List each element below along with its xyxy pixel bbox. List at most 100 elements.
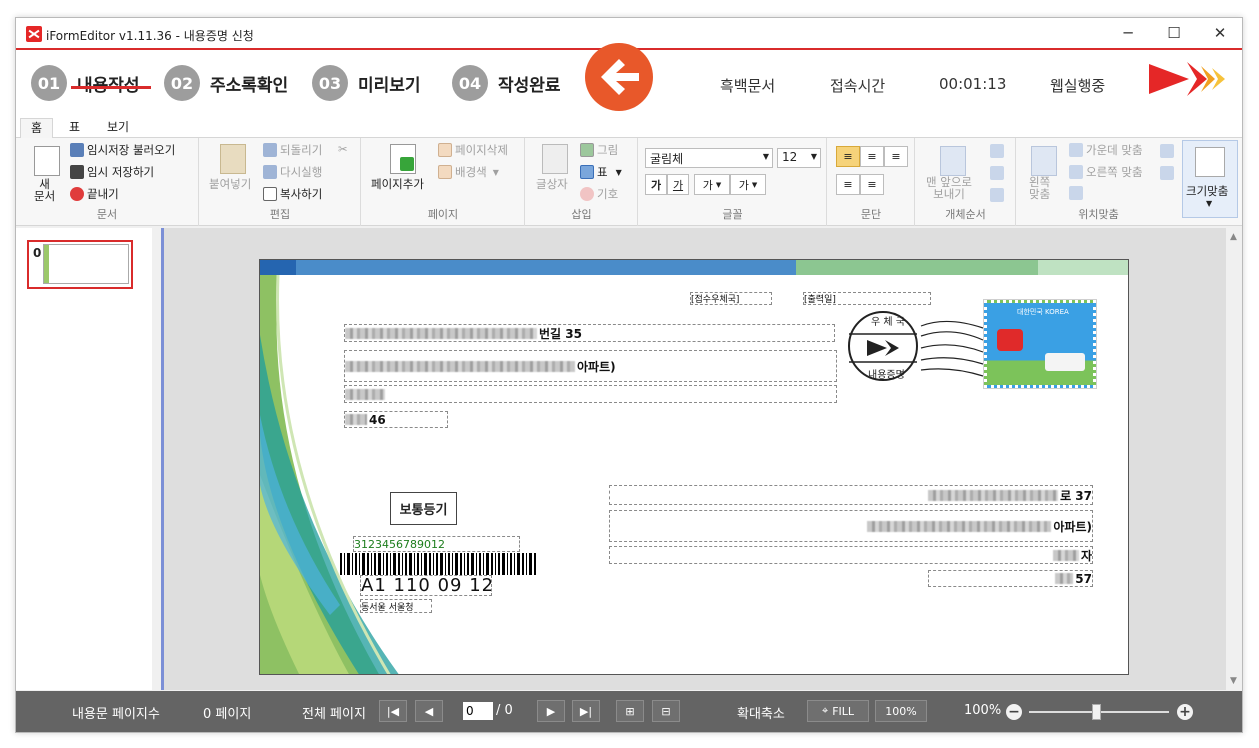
font-size-select[interactable]: 12 ▼ bbox=[777, 148, 821, 168]
fill-zoom-button[interactable]: ⌖ FILL bbox=[807, 700, 869, 722]
image-button[interactable]: 그림 bbox=[580, 142, 618, 158]
next-page-button[interactable]: ▶ bbox=[537, 700, 565, 722]
align-right-obj-button[interactable]: 오른쪽 맞춤 bbox=[1069, 164, 1143, 180]
barcode-text[interactable]: A1 110 09 12 bbox=[360, 575, 492, 596]
close-button[interactable]: ✕ bbox=[1197, 18, 1242, 48]
back-arrow-button[interactable] bbox=[585, 43, 653, 111]
minimize-button[interactable]: ─ bbox=[1105, 18, 1151, 48]
recipient-name[interactable]: 자 bbox=[609, 546, 1093, 564]
arrow-left-icon bbox=[601, 59, 639, 95]
page-thumbnail[interactable]: 0 bbox=[27, 240, 133, 289]
bold-button[interactable]: 가 bbox=[645, 174, 667, 195]
zoom-in-icon[interactable]: + bbox=[1177, 704, 1193, 720]
add-page-button[interactable]: 페이지추가 bbox=[371, 176, 424, 192]
recipient-address-line1[interactable]: 로 37 bbox=[609, 485, 1093, 505]
current-page-input[interactable]: 0 bbox=[463, 702, 493, 720]
remove-page-icon[interactable]: ⊟ bbox=[652, 700, 680, 722]
symbol-button[interactable]: 기호 bbox=[580, 186, 618, 202]
delete-page-button[interactable]: 페이지삭제 bbox=[438, 142, 508, 158]
app-window: iFormEditor v1.11.36 - 내용증명 신청 ─ ☐ ✕ 01 … bbox=[15, 17, 1243, 733]
underline-button[interactable]: 가 bbox=[667, 174, 689, 195]
step-2[interactable]: 02 주소록확인 bbox=[164, 65, 288, 101]
scroll-up-icon[interactable]: ▲ bbox=[1230, 232, 1237, 242]
tracking-number[interactable]: 3123456789012 bbox=[353, 536, 520, 552]
registered-mail-box[interactable]: 보통등기 bbox=[390, 492, 457, 525]
exit-button[interactable]: 끝내기 bbox=[70, 186, 119, 202]
textbox-button[interactable]: 글상자 bbox=[536, 176, 568, 192]
save-temp-label: 임시 저장하기 bbox=[87, 165, 155, 179]
table-button[interactable]: 표 ▼ bbox=[580, 164, 622, 180]
align-center-button[interactable]: ≡ bbox=[860, 146, 884, 167]
font-color-label: 가 bbox=[702, 178, 713, 192]
print-date-label[interactable]: [출력일] bbox=[803, 292, 931, 305]
save-temp-button[interactable]: 임시 저장하기 bbox=[70, 164, 154, 180]
line-spacing-button[interactable]: ≡ bbox=[836, 174, 860, 195]
maximize-button[interactable]: ☐ bbox=[1151, 18, 1197, 48]
sender-address-line2[interactable]: 아파트) bbox=[344, 350, 837, 382]
paste-button[interactable]: 붙여넣기 bbox=[209, 176, 251, 192]
last-page-button[interactable]: ▶| bbox=[572, 700, 600, 722]
align-left-obj-button[interactable]: 왼쪽 맞춤 bbox=[1029, 176, 1050, 200]
para-spacing-button[interactable]: ≡ bbox=[860, 174, 884, 195]
cut-icon[interactable]: ✂ bbox=[338, 142, 348, 156]
tab-table[interactable]: 표 bbox=[59, 118, 90, 138]
load-temp-button[interactable]: 임시저장 불러오기 bbox=[70, 142, 175, 158]
add-page-icon[interactable]: ⊞ bbox=[616, 700, 644, 722]
scroll-down-icon[interactable]: ▼ bbox=[1230, 676, 1237, 686]
highlight-button[interactable]: 가 ▼ bbox=[730, 174, 766, 195]
vertical-scrollbar[interactable]: ▲ ▼ bbox=[1226, 228, 1242, 690]
barcode-sub-text[interactable]: 동서울 서울청 bbox=[360, 599, 432, 613]
sender-name[interactable] bbox=[344, 385, 837, 403]
step-3[interactable]: 03 미리보기 bbox=[312, 65, 421, 101]
symbol-icon bbox=[580, 187, 594, 201]
sender-postcode[interactable]: 46 bbox=[344, 411, 448, 428]
step-label: 작성완료 bbox=[498, 75, 561, 96]
top-align-icon[interactable] bbox=[1160, 144, 1174, 158]
group-order: 맨 앞으로 보내기 개체순서 bbox=[916, 138, 1016, 226]
recipient-address-line2[interactable]: 아파트) bbox=[609, 510, 1093, 542]
fit-size-label: 크기맞춤 bbox=[1186, 184, 1229, 198]
thumbnail-panel: 0 bbox=[16, 228, 166, 690]
postmark-top-text: 우 체 국 bbox=[871, 317, 905, 328]
envelope-page: [접수우체국] [출력일] 번길 35 아파트) 46 우 체 국 내용증명 대… bbox=[259, 259, 1129, 675]
tab-home[interactable]: 홈 bbox=[20, 118, 54, 138]
tab-view[interactable]: 보기 bbox=[97, 118, 139, 138]
zoom-out-icon[interactable]: − bbox=[1006, 704, 1022, 720]
zoom-100-button[interactable]: 100% bbox=[875, 700, 927, 722]
bg-color-button[interactable]: 배경색 ▼ bbox=[438, 164, 499, 180]
prev-page-button[interactable]: ◀ bbox=[415, 700, 443, 722]
middle-align-icon[interactable] bbox=[1160, 166, 1174, 180]
sender-address-line1[interactable]: 번길 35 bbox=[344, 324, 835, 342]
group-label-position: 위치맞춤 bbox=[1078, 208, 1119, 221]
bg-color-icon bbox=[438, 165, 452, 179]
connection-label: 접속시간 bbox=[830, 77, 886, 95]
font-color-button[interactable]: 가 ▼ bbox=[694, 174, 730, 195]
sender-line2-text: 아파트) bbox=[577, 359, 616, 374]
font-name-select[interactable]: 굴림체 ▼ bbox=[645, 148, 773, 168]
mailbox-icon bbox=[997, 329, 1023, 351]
dropdown-arrow-icon: ▼ bbox=[762, 152, 769, 161]
recipient-postcode[interactable]: 57 bbox=[928, 570, 1093, 587]
page-count-value: 0 페이지 bbox=[203, 707, 252, 722]
zoom-slider-thumb[interactable] bbox=[1092, 704, 1101, 720]
new-document-button[interactable]: 새 문서 bbox=[34, 178, 55, 202]
group-paragraph: ≡ ≡ ≡ ≡ ≡ 문단 bbox=[828, 138, 915, 226]
group-label-order: 개체순서 bbox=[945, 208, 986, 221]
align-right-button[interactable]: ≡ bbox=[884, 146, 908, 167]
align-left-button[interactable]: ≡ bbox=[836, 146, 860, 167]
redo-button[interactable]: 다시실행 bbox=[263, 164, 322, 180]
delete-page-label: 페이지삭제 bbox=[455, 143, 508, 157]
bottom-align-icon[interactable] bbox=[1069, 186, 1083, 200]
copy-button[interactable]: 복사하기 bbox=[263, 186, 322, 202]
send-back-icon[interactable] bbox=[990, 144, 1004, 158]
forward-icon[interactable] bbox=[990, 166, 1004, 180]
first-page-button[interactable]: |◀ bbox=[379, 700, 407, 722]
undo-button[interactable]: 되돌리기 bbox=[263, 142, 322, 158]
step-4[interactable]: 04 작성완료 bbox=[452, 65, 561, 101]
step-1[interactable]: 01 내용작성 bbox=[31, 65, 140, 101]
bring-front-button[interactable]: 맨 앞으로 보내기 bbox=[926, 176, 972, 200]
backward-icon[interactable] bbox=[990, 188, 1004, 202]
align-center-obj-button[interactable]: 가운데 맞춤 bbox=[1069, 142, 1143, 158]
fit-size-button[interactable]: 크기맞춤 ▼ bbox=[1182, 140, 1238, 218]
postal-office-label[interactable]: [접수우체국] bbox=[690, 292, 772, 305]
